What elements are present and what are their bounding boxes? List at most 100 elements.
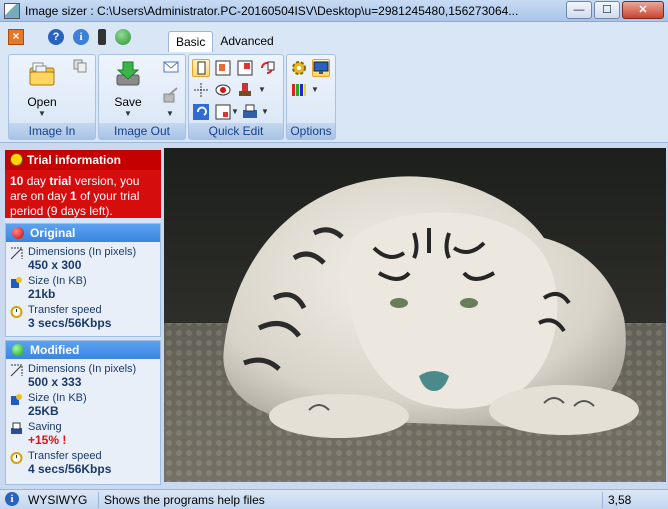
status-info-icon: i [5,492,19,506]
open-button[interactable]: Open ▼ [19,59,65,118]
portrait-toggle[interactable] [192,59,210,77]
modified-dimensions: Dimensions (In pixels) 500 x 333 [6,363,160,389]
copy-icon[interactable] [73,59,87,73]
minimize-button[interactable]: — [566,1,592,19]
status-zoom: 3,58 [608,493,632,507]
smiley-icon [10,153,23,166]
group-label-quick-edit: Quick Edit [189,123,283,139]
trial-message: 10 day trial version, you are on day 1 o… [5,170,161,223]
exit-icon[interactable]: × [8,29,24,45]
red-eye-icon[interactable] [214,81,232,99]
tiger-photo [164,148,666,482]
group-image-out: Save ▼ ▼ Image Out [98,54,186,140]
modified-title: Modified [30,343,80,357]
tab-basic[interactable]: Basic [168,31,214,52]
original-size-value: 21kb [28,287,56,301]
group-label-image-out: Image Out [99,123,185,139]
group-quick-edit: ▼ ▼ ▼ Quick Edit [188,54,284,140]
open-label: Open [27,95,57,109]
resize-icon[interactable] [236,59,254,77]
undo-icon[interactable] [192,103,210,121]
save-button[interactable]: Save ▼ [105,59,151,118]
help-icon[interactable]: ? [48,29,64,45]
modified-speed-value: 4 secs/56Kbps [28,462,112,476]
group-label-image-in: Image In [9,123,95,139]
export-icon[interactable] [163,87,179,103]
title-bar: Image sizer : C:\Users\Administrator.PC-… [0,0,668,22]
original-speed-value: 3 secs/56Kbps [28,316,112,330]
dimensions-icon [10,364,23,377]
stamp-icon[interactable] [236,81,254,99]
original-dimensions-value: 450 x 300 [28,258,82,272]
crosshair-icon[interactable] [192,81,210,99]
settings-gear-icon[interactable] [290,59,308,77]
frame-dropdown-arrow[interactable]: ▼ [231,107,239,116]
close-button[interactable]: ✕ [622,1,664,19]
original-header[interactable]: Original [6,224,160,242]
original-speed: Transfer speed 3 secs/56Kbps [6,304,160,330]
app-icon [4,2,20,19]
trial-day-number: 1 [70,189,77,203]
save-dropdown-arrow[interactable]: ▼ [105,109,151,118]
modified-header[interactable]: Modified [6,341,160,359]
modified-dimensions-value: 500 x 333 [28,375,82,389]
trial-days: 10 [10,174,24,188]
tab-advanced[interactable]: Advanced [213,31,280,52]
print-icon[interactable] [241,103,259,121]
open-dropdown-arrow[interactable]: ▼ [19,109,65,118]
modified-speed: Transfer speed 4 secs/56Kbps [6,450,160,476]
display-toggle[interactable] [312,59,330,77]
original-title: Original [30,226,76,240]
saving-icon [11,422,22,434]
info-panel: Trial information 10 day trial version, … [5,150,161,485]
modified-saving: Saving +15% ! [6,421,160,447]
stopwatch-icon [10,306,23,318]
modified-size-value: 25KB [28,404,59,418]
globe-icon[interactable] [115,29,131,45]
original-section: Original Dimensions (In pixels) 450 x 30… [5,223,161,337]
open-folder-icon [29,62,55,86]
crop-icon[interactable] [214,59,232,77]
window-title: Image sizer : C:\Users\Administrator.PC-… [25,3,519,18]
original-dimensions: Dimensions (In pixels) 450 x 300 [6,246,160,272]
info-icon[interactable]: i [73,29,89,45]
green-ball-icon [12,344,24,356]
stopwatch-icon [10,452,23,464]
stamp-dropdown-arrow[interactable]: ▼ [258,85,266,94]
status-hint: Shows the programs help files [104,493,265,507]
maximize-button[interactable]: ☐ [594,1,620,19]
quick-access-toolbar: × ? i [8,29,131,45]
save-label: Save [114,95,142,109]
email-icon[interactable] [163,60,179,74]
size-icon [11,277,22,288]
status-separator [98,492,99,508]
color-palette-icon[interactable] [290,81,308,99]
group-image-in: Open ▼ Image In [8,54,96,140]
modified-section: Modified Dimensions (In pixels) 500 x 33… [5,340,161,485]
trial-title: Trial information [27,153,122,167]
print-dropdown-arrow[interactable]: ▼ [261,107,269,116]
palette-dropdown-arrow[interactable]: ▼ [311,85,319,94]
window-controls: — ☐ ✕ [566,1,664,19]
trial-day-word: day [23,174,50,188]
phone-icon[interactable] [98,29,106,45]
frame-icon[interactable] [214,103,232,121]
trial-header: Trial information [5,150,161,170]
modified-size: Size (In KB) 25KB [6,392,160,418]
trial-info-box: Trial information 10 day trial version, … [5,150,161,218]
status-separator [602,492,603,508]
rotate-icon[interactable] [258,59,276,77]
status-mode: WYSIWYG [28,493,88,507]
dimensions-icon [10,247,23,260]
trial-word: trial [49,174,72,188]
modified-saving-value: +15% ! [28,433,67,447]
image-preview[interactable] [164,148,666,482]
export-dropdown-arrow[interactable]: ▼ [166,109,174,118]
ribbon-panel: Open ▼ Image In Save ▼ ▼ Image Out ▼ ▼ ▼… [6,52,658,140]
save-disk-icon [116,61,140,86]
red-ball-icon [12,227,24,239]
monitor-icon [313,61,329,74]
ribbon-tabs: Basic Advanced [168,31,281,52]
original-size: Size (In KB) 21kb [6,275,160,301]
size-icon [11,394,22,405]
